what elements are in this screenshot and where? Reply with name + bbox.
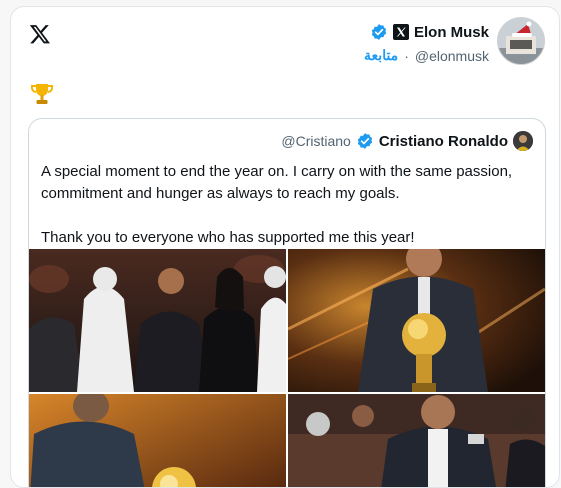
quoted-tweet[interactable]: @Cristiano Cristiano Ronaldo A special m… — [28, 118, 546, 487]
media-photo-ceremony[interactable] — [288, 394, 545, 487]
author-name-row[interactable]: Elon Musk — [370, 23, 489, 41]
separator-dot: · — [404, 47, 409, 64]
quoted-paragraph: A special moment to end the year on. I c… — [41, 163, 513, 202]
trophy-emoji-icon — [29, 81, 55, 107]
follow-button[interactable]: متابعة — [364, 47, 398, 64]
tweet-author[interactable]: Elon Musk متابعة · @elonmusk — [364, 17, 545, 65]
author-name[interactable]: Elon Musk — [414, 24, 489, 41]
quoted-handle[interactable]: @Cristiano — [281, 133, 350, 149]
media-grid — [29, 249, 545, 487]
quoted-avatar[interactable] — [513, 131, 533, 151]
media-photo-trophy-stage[interactable] — [288, 249, 545, 392]
media-photo-audience[interactable] — [29, 249, 286, 392]
media-photo-back-view[interactable] — [29, 394, 286, 487]
embedded-tweet-card[interactable]: Elon Musk متابعة · @elonmusk @Cristiano … — [10, 6, 560, 488]
quoted-author[interactable]: @Cristiano Cristiano Ronaldo — [281, 131, 533, 151]
quoted-name[interactable]: Cristiano Ronaldo — [379, 133, 508, 150]
x-logo-icon[interactable] — [29, 23, 51, 45]
author-handle[interactable]: @elonmusk — [415, 48, 489, 64]
author-handle-row: متابعة · @elonmusk — [364, 47, 489, 64]
x-affiliate-badge-icon — [392, 24, 409, 40]
author-avatar[interactable] — [497, 17, 545, 65]
quoted-text: A special moment to end the year on. I c… — [41, 161, 535, 249]
verified-badge-icon — [357, 133, 373, 149]
author-text: Elon Musk متابعة · @elonmusk — [364, 17, 489, 64]
quoted-paragraph: Thank you to everyone who has supported … — [41, 229, 415, 246]
verified-badge-icon — [371, 24, 387, 40]
